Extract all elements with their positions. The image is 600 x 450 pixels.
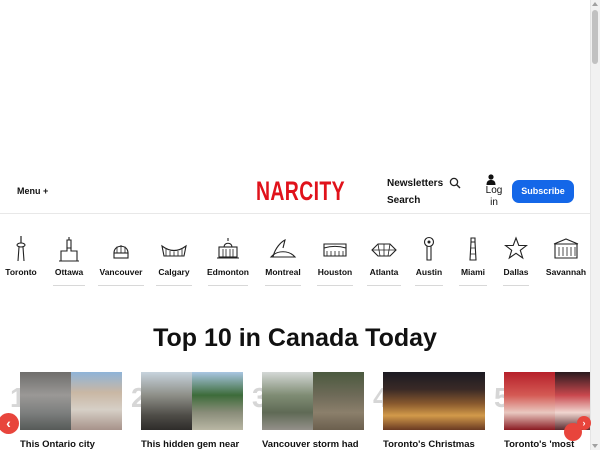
city-label: Toronto [5, 267, 37, 277]
city-underline [503, 285, 529, 286]
ad-space [0, 0, 590, 168]
city-item-calgary[interactable]: Calgary [153, 236, 195, 286]
site-header: Menu + NARCITY Newsletters Search Log in… [0, 168, 590, 214]
city-item-edmonton[interactable]: Edmonton [205, 236, 251, 286]
newsletters-link[interactable]: Newsletters [387, 178, 443, 189]
menu-button[interactable]: Menu + [17, 186, 48, 196]
city-underline [208, 285, 248, 286]
login-link[interactable]: Log in [485, 185, 503, 209]
city-underline [53, 285, 85, 286]
city-label: Montreal [265, 267, 301, 277]
city-label: Atlanta [369, 267, 399, 277]
city-item-atlanta[interactable]: Atlanta [364, 236, 404, 286]
city-underline [367, 285, 401, 286]
article-card[interactable]: 1 This Ontario city [10, 372, 140, 450]
article-title[interactable]: Vancouver storm had [262, 439, 380, 450]
article-thumbnail [141, 372, 243, 430]
city-label: Edmonton [206, 267, 250, 277]
scroll-up-icon[interactable] [592, 2, 598, 6]
city-label: Savannah [545, 267, 587, 277]
city-underline [156, 285, 192, 286]
city-item-dallas[interactable]: Dallas [500, 236, 532, 286]
tower-icon [423, 236, 435, 261]
building-icon [553, 238, 579, 259]
city-label: Ottawa [54, 267, 84, 277]
city-label: Dallas [503, 267, 529, 277]
city-item-ottawa[interactable]: Ottawa [50, 236, 88, 286]
lighthouse-icon [469, 237, 477, 261]
search-link[interactable]: Search [387, 195, 420, 206]
city-label: Austin [415, 267, 443, 277]
city-nav: Toronto Ottawa Vancouver Calgary Edmonto… [0, 236, 590, 286]
carousel-next-button[interactable]: › [577, 416, 591, 430]
stadium-icon [323, 243, 347, 257]
city-item-austin[interactable]: Austin [412, 236, 446, 286]
saddledome-icon [161, 244, 187, 257]
article-title[interactable]: This hidden gem near [141, 439, 259, 450]
search-icon[interactable] [449, 177, 461, 189]
city-item-vancouver[interactable]: Vancouver [95, 236, 147, 286]
article-title[interactable]: Toronto's 'most [504, 439, 600, 450]
city-underline [317, 285, 353, 286]
star-icon [504, 236, 528, 260]
arena-icon [371, 243, 397, 257]
scroll-thumb[interactable] [592, 10, 598, 64]
city-underline [415, 285, 443, 286]
city-label: Miami [460, 267, 486, 277]
city-underline [459, 285, 487, 286]
user-icon[interactable] [486, 174, 496, 185]
article-card[interactable]: 2 This hidden gem near [131, 372, 261, 450]
city-item-houston[interactable]: Houston [314, 236, 356, 286]
city-item-montreal[interactable]: Montreal [262, 236, 304, 286]
city-item-miami[interactable]: Miami [456, 236, 490, 286]
article-thumbnail [383, 372, 485, 430]
city-label: Houston [317, 267, 353, 277]
article-thumbnail [20, 372, 122, 430]
dome-icon [113, 245, 129, 259]
article-thumbnail [262, 372, 364, 430]
city-label: Calgary [158, 267, 190, 277]
section-title: Top 10 in Canada Today [153, 324, 437, 352]
article-card[interactable]: 4 Toronto's Christmas [373, 372, 503, 450]
city-item-savannah[interactable]: Savannah [544, 236, 588, 286]
legislature-icon [217, 238, 239, 259]
narcity-logo[interactable]: NARCITY [256, 176, 345, 206]
city-item-toronto[interactable]: Toronto [4, 236, 38, 286]
top10-carousel: 1 This Ontario city 2 This hidden gem ne… [0, 372, 590, 450]
article-card[interactable]: 5 Toronto's 'most [494, 372, 600, 450]
olympic-stadium-icon [269, 238, 297, 258]
article-title[interactable]: Toronto's Christmas [383, 439, 501, 450]
parliament-icon [59, 237, 79, 262]
subscribe-button[interactable]: Subscribe [512, 180, 574, 203]
article-card[interactable]: 3 Vancouver storm had [252, 372, 382, 450]
article-title[interactable]: This Ontario city [20, 439, 138, 450]
cn-tower-icon [16, 236, 26, 262]
city-label: Vancouver [99, 267, 143, 277]
city-underline [98, 285, 144, 286]
city-underline [265, 285, 301, 286]
